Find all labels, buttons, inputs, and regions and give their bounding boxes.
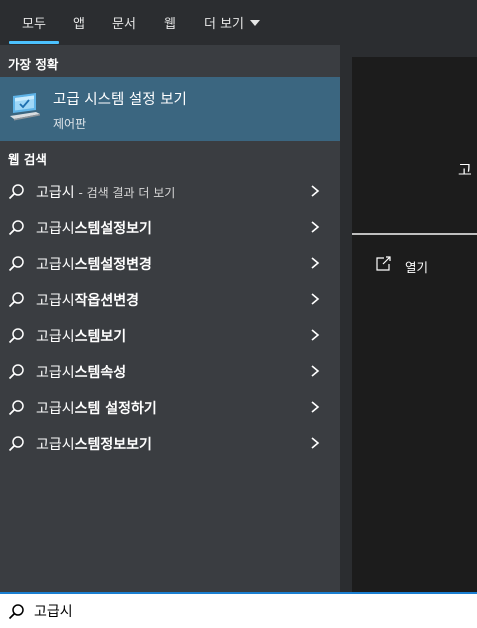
query-prefix: 고급시 [36, 329, 75, 345]
tab-label: 문서 [112, 17, 136, 32]
suggestion-rest: 작옵션변경 [74, 293, 140, 309]
suggestion-rest: 스템정보보기 [74, 437, 152, 453]
web-search-item[interactable]: 고급시스템정보보기 [0, 425, 340, 461]
suggestion-rest: 스템설정보기 [74, 221, 152, 237]
web-search-label: 고급시 - 검색 결과 더 보기 [36, 182, 175, 202]
open-label: 열기 [405, 260, 429, 275]
query-text: 고급시 [36, 185, 75, 201]
query-prefix: 고급시 [36, 293, 75, 309]
tab-bar: 모두 앱 문서 웹 더 보기 [0, 0, 477, 45]
best-match-subtitle: 제어판 [53, 117, 87, 131]
chevron-right-icon [311, 437, 320, 449]
tab-apps[interactable]: 앱 [73, 0, 85, 45]
web-search-label: 고급시스템정보보기 [36, 434, 152, 454]
search-icon [8, 256, 24, 272]
best-match-title: 고급 시스템 설정 보기 [53, 92, 187, 108]
web-search-label: 고급시스템 설정하기 [36, 398, 157, 418]
web-search-label: 고급시스템보기 [36, 326, 126, 346]
query-prefix: 고급시 [36, 257, 75, 273]
web-search-label: 고급시스템설정변경 [36, 254, 152, 274]
tab-more[interactable]: 더 보기 [204, 0, 261, 45]
web-search-item[interactable]: 고급시작옵션변경 [0, 281, 340, 317]
query-prefix: 고급시 [36, 365, 75, 381]
web-search-item[interactable]: 고급시스템보기 [0, 317, 340, 353]
search-icon [8, 220, 24, 236]
web-search-item[interactable]: 고급시스템속성 [0, 353, 340, 389]
computer-settings-icon [10, 93, 40, 121]
chevron-right-icon [311, 365, 320, 377]
tab-documents[interactable]: 문서 [112, 0, 136, 45]
chevron-right-icon [311, 293, 320, 305]
search-icon [8, 604, 24, 620]
suggestion-rest: 스템보기 [74, 329, 127, 345]
tab-label: 더 보기 [204, 17, 245, 32]
tab-label: 앱 [73, 17, 85, 32]
query-prefix: 고급시 [36, 437, 75, 453]
results-pane: 가장 정확 고급 시스템 설정 보기 제어판 웹 검색 고급시 - 검색 결과 … [0, 45, 340, 592]
web-search-item[interactable]: 고급시스템설정보기 [0, 209, 340, 245]
chevron-right-icon [311, 329, 320, 341]
preview-header [352, 57, 477, 235]
web-search-label: 고급시스템속성 [36, 362, 126, 382]
best-match-heading: 가장 정확 [8, 57, 59, 72]
preview-pane: 고 열기 [340, 45, 477, 592]
suggestion-rest: 스템속성 [74, 365, 127, 381]
chevron-down-icon [250, 19, 261, 26]
search-icon [8, 436, 24, 452]
web-search-label: 고급시작옵션변경 [36, 290, 139, 310]
suggestion-rest: 스템설정변경 [74, 257, 152, 273]
web-search-item[interactable]: 고급시 - 검색 결과 더 보기 [0, 173, 340, 209]
chevron-right-icon [311, 221, 320, 233]
open-external-icon [376, 256, 391, 271]
tab-web[interactable]: 웹 [164, 0, 176, 45]
preview-title: 고 [458, 161, 472, 179]
web-search-item[interactable]: 고급시스템 설정하기 [0, 389, 340, 425]
suggestion-rest: 스템 설정하기 [74, 401, 157, 417]
search-input[interactable] [34, 596, 464, 626]
tab-label: 모두 [22, 17, 46, 32]
query-prefix: 고급시 [36, 221, 75, 237]
search-icon [8, 292, 24, 308]
chevron-right-icon [311, 401, 320, 413]
web-search-heading: 웹 검색 [8, 152, 47, 167]
preview-actions-area [352, 235, 477, 592]
best-match-result[interactable]: 고급 시스템 설정 보기 제어판 [0, 77, 340, 141]
search-icon [8, 364, 24, 380]
tab-label: 웹 [164, 17, 176, 32]
search-icon [8, 328, 24, 344]
search-box [0, 592, 477, 628]
search-icon [8, 184, 24, 200]
chevron-right-icon [311, 257, 320, 269]
tab-all[interactable]: 모두 [9, 0, 59, 45]
web-search-item[interactable]: 고급시스템설정변경 [0, 245, 340, 281]
chevron-right-icon [311, 185, 320, 197]
search-icon [8, 400, 24, 416]
web-search-label: 고급시스템설정보기 [36, 218, 152, 238]
more-results-text: - 검색 결과 더 보기 [74, 186, 176, 200]
query-prefix: 고급시 [36, 401, 75, 417]
open-action[interactable]: 열기 [375, 255, 465, 279]
